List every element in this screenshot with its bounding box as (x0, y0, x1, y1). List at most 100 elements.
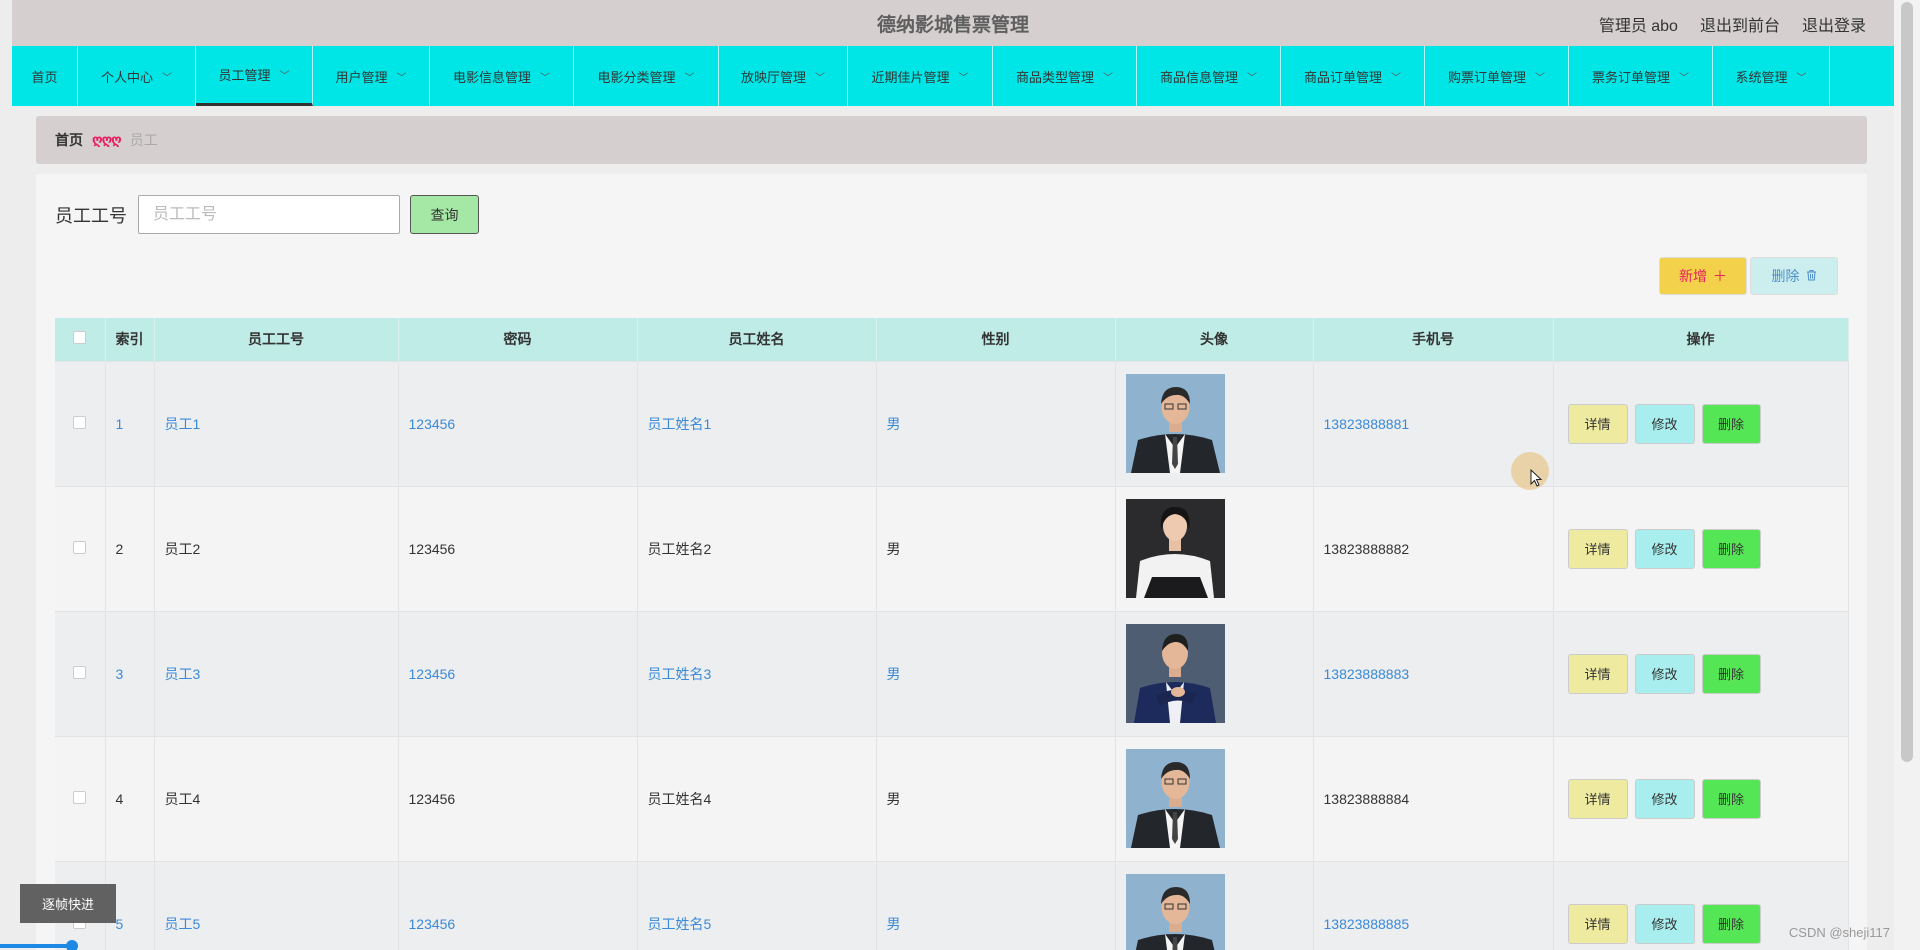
table-row: 3 员工3 123456 员工姓名3 男 13823888883 详情 修改 删… (55, 610, 1849, 736)
search-label: 员工工号 (55, 205, 127, 226)
chevron-down-icon: ﹀ (1103, 72, 1113, 84)
cell-index: 4 (105, 735, 155, 861)
select-all-checkbox[interactable] (73, 331, 87, 345)
video-progress-bar[interactable] (0, 940, 78, 950)
nav-item-recent-films[interactable]: 近期佳片管理 ﹀ (848, 46, 993, 106)
nav-item-personal-center[interactable]: 个人中心 ﹀ (78, 46, 196, 106)
vertical-scrollbar[interactable] (1894, 0, 1920, 950)
staff-id-search-input[interactable] (138, 195, 400, 234)
delete-row-button[interactable]: 删除 (1701, 403, 1761, 444)
detail-button[interactable]: 详情 (1567, 528, 1628, 569)
edit-button[interactable]: 修改 (1634, 653, 1695, 694)
edit-button[interactable]: 修改 (1634, 528, 1695, 569)
chevron-down-icon: ﹀ (540, 72, 550, 84)
cell-gender: 男 (876, 735, 1116, 861)
row-checkbox[interactable] (73, 665, 87, 679)
main-nav: 首页 个人中心 ﹀ 员工管理 ﹀ 用户管理 ﹀ 电影信息管理 ﹀ 电影分类管理 ﹀ 放映厅… (12, 46, 1894, 106)
search-button[interactable]: 查询 (410, 195, 479, 234)
avatar (1125, 624, 1225, 723)
row-checkbox[interactable] (73, 540, 87, 554)
cell-avatar (1115, 860, 1314, 950)
header-actions: 管理员 abo 退出到前台 退出登录 (1599, 12, 1866, 36)
nav-item-product-orders[interactable]: 商品订单管理 ﹀ (1281, 46, 1425, 106)
nav-item-movie-info[interactable]: 电影信息管理 ﹀ (430, 46, 574, 106)
detail-button[interactable]: 详情 (1567, 778, 1628, 819)
edit-button[interactable]: 修改 (1634, 403, 1695, 444)
row-checkbox-cell[interactable] (55, 485, 106, 611)
breadcrumb-home[interactable]: 首页 (55, 130, 83, 150)
column-header-avatar: 头像 (1115, 318, 1314, 361)
chevron-down-icon: ﹀ (279, 71, 290, 82)
row-checkbox-cell[interactable] (55, 360, 106, 486)
scrollbar-thumb[interactable] (1901, 2, 1913, 762)
nav-item-system[interactable]: 系统管理 ﹀ (1713, 46, 1830, 106)
nav-item-label: 票务订单管理 (1591, 69, 1670, 85)
detail-button[interactable]: 详情 (1567, 653, 1628, 694)
search-form: 员工工号 查询 (55, 195, 479, 234)
detail-button[interactable]: 详情 (1567, 403, 1628, 444)
cell-staff-id: 员工3 (154, 610, 399, 736)
cell-gender: 男 (876, 485, 1116, 611)
delete-row-button[interactable]: 删除 (1701, 778, 1761, 819)
chevron-down-icon: ﹀ (1247, 72, 1257, 84)
progress-knob[interactable] (66, 940, 78, 950)
nav-item-product-type[interactable]: 商品类型管理 ﹀ (993, 46, 1137, 106)
nav-item-hall[interactable]: 放映厅管理 ﹀ (719, 46, 848, 106)
cell-staff-name: 员工姓名2 (637, 485, 877, 611)
row-checkbox-cell[interactable] (55, 610, 106, 736)
column-header-actions: 操作 (1553, 318, 1849, 361)
nav-item-home[interactable]: 首页 (12, 46, 78, 106)
cell-index: 3 (105, 610, 155, 736)
delete-row-button[interactable]: 删除 (1701, 903, 1761, 944)
cell-avatar (1115, 485, 1314, 611)
cell-password: 123456 (398, 860, 638, 950)
cell-staff-name: 员工姓名1 (637, 360, 877, 486)
nav-item-ticket-purchase-orders[interactable]: 购票订单管理 ﹀ (1425, 46, 1569, 106)
column-header-staff-id: 员工工号 (154, 318, 399, 361)
avatar (1125, 374, 1225, 473)
delete-row-button[interactable]: 删除 (1701, 528, 1761, 569)
nav-item-label: 商品信息管理 (1159, 69, 1238, 85)
delete-row-button[interactable]: 删除 (1701, 653, 1761, 694)
top-header: 德纳影城售票管理 管理员 abo 退出到前台 退出登录 (12, 0, 1894, 46)
row-checkbox[interactable] (73, 415, 87, 429)
chevron-down-icon: ﹀ (1679, 72, 1689, 84)
bulk-delete-button[interactable]: 删除 (1750, 257, 1838, 295)
avatar (1125, 874, 1225, 950)
edit-button[interactable]: 修改 (1634, 778, 1695, 819)
nav-item-users[interactable]: 用户管理 ﹀ (313, 46, 430, 106)
cell-phone: 13823888882 (1313, 485, 1554, 611)
add-button-label: 新增 (1679, 268, 1707, 284)
nav-item-movie-category[interactable]: 电影分类管理 ﹀ (574, 46, 719, 106)
nav-item-label: 商品类型管理 (1015, 69, 1094, 85)
cell-actions: 详情 修改 删除 (1553, 485, 1849, 611)
cell-staff-name: 员工姓名3 (637, 610, 877, 736)
exit-to-front-link[interactable]: 退出到前台 (1700, 12, 1780, 36)
cursor-arrow-icon (1530, 468, 1543, 492)
cell-staff-name: 员工姓名4 (637, 735, 877, 861)
select-all-checkbox-cell[interactable] (55, 318, 106, 361)
edit-button[interactable]: 修改 (1634, 903, 1695, 944)
add-button[interactable]: 新增 ＋ (1659, 257, 1747, 295)
logout-link[interactable]: 退出登录 (1802, 12, 1866, 36)
admin-user-label: 管理员 abo (1598, 18, 1678, 35)
column-header-staff-name: 员工姓名 (637, 318, 877, 361)
row-checkbox-cell[interactable] (55, 735, 106, 861)
nav-item-staff[interactable]: 员工管理 ﹀ (196, 46, 313, 106)
avatar (1125, 749, 1225, 848)
cell-staff-name: 员工姓名5 (637, 860, 877, 950)
cell-password: 123456 (398, 485, 638, 611)
chevron-down-icon: ﹀ (1391, 72, 1401, 84)
table-header-row: 索引 员工工号 密码 员工姓名 性别 头像 手机号 操作 (55, 318, 1849, 361)
row-checkbox[interactable] (73, 790, 87, 804)
column-header-phone: 手机号 (1313, 318, 1554, 361)
nav-item-ticket-orders[interactable]: 票务订单管理 ﹀ (1569, 46, 1713, 106)
cell-staff-id: 员工2 (154, 485, 399, 611)
cell-staff-id: 员工4 (154, 735, 399, 861)
chevron-down-icon: ﹀ (1535, 72, 1545, 84)
detail-button[interactable]: 详情 (1567, 903, 1628, 944)
nav-item-product-info[interactable]: 商品信息管理 ﹀ (1137, 46, 1281, 106)
cell-gender: 男 (876, 860, 1116, 950)
table-row: 2 员工2 123456 员工姓名2 男 13823888882 详情 修改 删… (55, 485, 1849, 611)
cell-phone: 13823888884 (1313, 735, 1554, 861)
